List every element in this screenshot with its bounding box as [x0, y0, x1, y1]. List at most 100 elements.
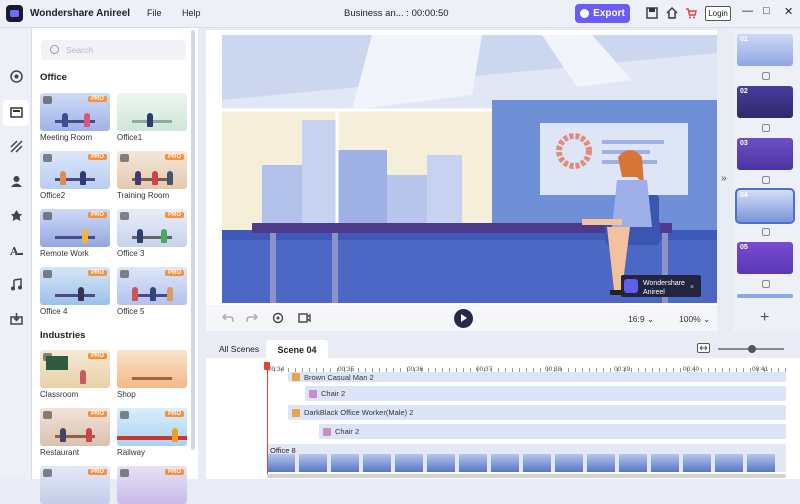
play-button[interactable] — [454, 309, 473, 328]
minimize-icon[interactable]: — — [742, 5, 753, 17]
scene-list: 01 02 03 04 05 — [733, 30, 800, 331]
template-label: Office 5 — [117, 307, 145, 316]
background-icon[interactable] — [10, 140, 23, 153]
timeline-track[interactable]: Chair 2 — [305, 386, 786, 401]
tab-scene-04[interactable]: Scene 04 — [266, 340, 328, 359]
template-card[interactable]: PRO Remote Work — [40, 209, 110, 258]
export-button[interactable]: Export — [575, 4, 630, 23]
template-thumbnail: PRO — [117, 466, 187, 504]
template-card[interactable]: PRO Office 5 — [117, 267, 187, 316]
template-card[interactable]: Shop — [117, 350, 187, 399]
zoom-slider-handle[interactable] — [748, 345, 756, 353]
timeline-track[interactable]: Brown Casual Man 2 — [288, 372, 786, 382]
redo-icon[interactable] — [246, 312, 258, 324]
library-panel: Search Office PRO Meeting Room Office1 P… — [32, 28, 198, 504]
scene-thumbnail[interactable]: 03 — [737, 138, 793, 170]
search-placeholder: Search — [66, 45, 93, 55]
transition-icon[interactable] — [762, 228, 770, 236]
template-label: Office 4 — [40, 307, 68, 316]
tab-all-scenes[interactable]: All Scenes — [219, 344, 259, 354]
template-card[interactable]: PRO — [40, 466, 110, 504]
template-label: Railway — [117, 448, 146, 457]
menu-help[interactable]: Help — [182, 8, 201, 18]
template-card[interactable]: PRO Classroom — [40, 350, 110, 399]
template-label: Training Room — [117, 191, 170, 200]
timeline-track[interactable]: Chair 2 — [319, 424, 786, 439]
template-icon[interactable] — [10, 70, 23, 83]
template-card[interactable]: PRO Office 3 — [117, 209, 187, 258]
scene-thumbnail-selected[interactable]: 04 — [735, 188, 795, 224]
close-icon[interactable]: ✕ — [784, 5, 793, 18]
home-icon[interactable] — [666, 7, 678, 19]
download-icon — [43, 469, 52, 477]
playhead[interactable] — [264, 362, 270, 474]
watermark-line2: Anireel — [643, 289, 665, 296]
track-label: Chair 2 — [335, 427, 360, 436]
transition-icon[interactable] — [762, 72, 770, 80]
prop-icon[interactable] — [10, 209, 23, 222]
scene-number: 04 — [740, 192, 748, 199]
download-icon — [120, 154, 129, 162]
template-card[interactable]: Office1 — [117, 93, 187, 142]
watermark-close-icon[interactable]: × — [690, 284, 694, 291]
template-label: Office 3 — [117, 249, 145, 258]
menu-file[interactable]: File — [147, 8, 162, 18]
preview-canvas[interactable]: Wondershare Anireel × — [222, 35, 717, 303]
maximize-icon[interactable]: □ — [763, 5, 770, 17]
character-track-icon — [292, 373, 300, 381]
camera-icon[interactable] — [298, 312, 311, 324]
zoom-select[interactable]: 100% ⌄ — [679, 314, 710, 325]
scene-thumbnail[interactable]: 01 — [737, 34, 793, 66]
replay-icon[interactable] — [272, 312, 284, 324]
timeline-scrollbar[interactable] — [267, 474, 786, 478]
transition-icon[interactable] — [762, 280, 770, 288]
timeline-track[interactable]: DarkBlack Office Worker(Male) 2 — [288, 405, 786, 420]
fit-timeline-icon[interactable] — [697, 343, 710, 353]
pro-badge: PRO — [164, 411, 184, 417]
template-card[interactable]: PRO Railway — [117, 408, 187, 457]
template-thumbnail: PRO — [117, 209, 187, 247]
title-bar: Wondershare Anireel File Help Business a… — [0, 0, 800, 28]
template-card[interactable]: PRO Training Room — [117, 151, 187, 200]
template-label: Meeting Room — [40, 133, 93, 142]
template-card[interactable]: PRO Restaurant — [40, 408, 110, 457]
tool-rail: A — [0, 28, 32, 479]
template-thumbnail: PRO — [40, 350, 110, 388]
scene-number: 02 — [740, 88, 748, 95]
scene-thumbnail[interactable] — [737, 294, 793, 298]
zoom-value: 100% — [679, 314, 701, 324]
transition-icon[interactable] — [762, 124, 770, 132]
scene-thumbnail[interactable]: 05 — [737, 242, 793, 274]
search-input[interactable]: Search — [41, 40, 186, 60]
import-icon[interactable] — [10, 312, 23, 325]
scene-thumbnail[interactable]: 02 — [737, 86, 793, 118]
template-card[interactable]: PRO Meeting Room — [40, 93, 110, 142]
undo-icon[interactable] — [222, 312, 234, 324]
background-track[interactable]: Office 8 — [267, 444, 786, 472]
scene-number: 01 — [740, 36, 748, 43]
character-track-icon — [292, 408, 300, 417]
section-title-industries: Industries — [40, 330, 86, 341]
character-icon[interactable] — [10, 175, 23, 188]
pro-badge: PRO — [164, 154, 184, 160]
login-button[interactable]: Login — [705, 6, 731, 21]
save-icon[interactable] — [646, 7, 658, 19]
template-card[interactable]: PRO Office 4 — [40, 267, 110, 316]
pro-badge: PRO — [87, 96, 107, 102]
text-icon[interactable]: A — [10, 244, 23, 257]
collapse-scenes-icon[interactable]: » — [721, 173, 727, 184]
music-icon[interactable] — [10, 278, 23, 291]
pro-badge: PRO — [87, 154, 107, 160]
cart-icon[interactable] — [685, 7, 697, 19]
template-card[interactable]: PRO Office2 — [40, 151, 110, 200]
library-scrollbar[interactable] — [191, 30, 195, 450]
add-scene-button[interactable]: + — [760, 309, 769, 327]
timeline-zoom-slider[interactable] — [718, 345, 784, 353]
transition-icon[interactable] — [762, 176, 770, 184]
aspect-ratio-value: 16:9 — [628, 314, 645, 324]
scene-icon[interactable] — [10, 106, 23, 119]
template-card[interactable]: PRO — [117, 466, 187, 504]
track-label: Brown Casual Man 2 — [304, 372, 374, 382]
aspect-ratio-select[interactable]: 16:9 ⌄ — [628, 314, 654, 325]
export-label: Export — [593, 8, 625, 19]
